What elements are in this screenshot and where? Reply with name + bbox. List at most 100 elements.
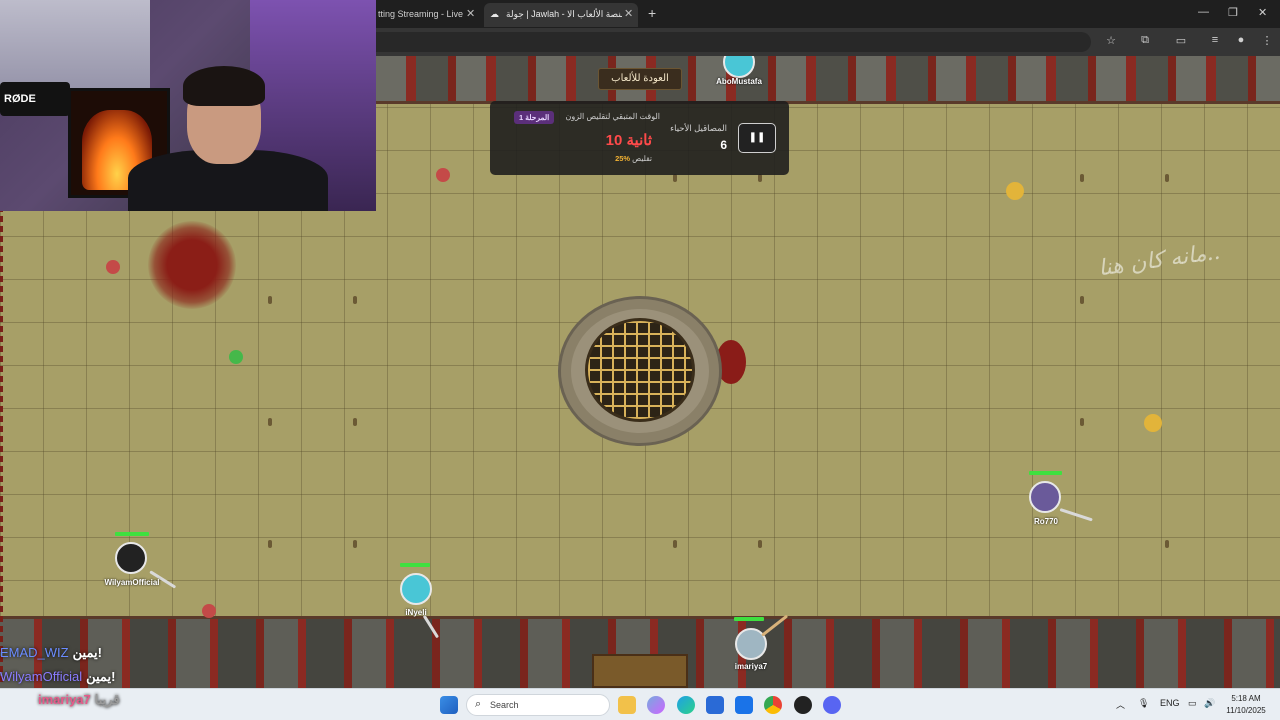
blood-splat (148, 221, 236, 309)
chat-username: WilyamOfficial (0, 669, 83, 684)
new-tab-button[interactable]: + (648, 5, 656, 21)
alive-count: 6 (720, 138, 727, 152)
pause-button[interactable]: ❚❚ (738, 123, 776, 153)
window-close-icon[interactable]: ✕ (1258, 6, 1267, 19)
shrink-progress: 25% تقليص (550, 154, 652, 163)
health-bar (734, 617, 764, 621)
outlook-icon[interactable] (735, 696, 753, 714)
microphone-logo: RØDE (0, 82, 70, 116)
health-bar (400, 563, 430, 567)
health-pickup (106, 260, 120, 274)
blood-border (0, 206, 3, 686)
tab-label: جولة | Jawlah - منصة الألعاب الا (506, 9, 622, 19)
back-to-games-button[interactable]: العودة للألعاب (598, 68, 682, 90)
zone-shrink-label: الوقت المتبقي لتقليص الزون (565, 112, 660, 121)
floor-stud (268, 540, 272, 548)
health-pickup (202, 604, 216, 618)
search-placeholder: Search (490, 700, 519, 710)
floor-stud (353, 418, 357, 426)
browser-tab-bar: tting Streaming - Live ✕ ☁ جولة | Jawlah… (376, 0, 1280, 28)
display-icon[interactable]: ▭ (1188, 698, 1197, 709)
clock-date: 11/10/2025 (1226, 706, 1266, 715)
chat-message: EMAD_WIZ يمين! (0, 645, 102, 661)
sidebar-icon[interactable]: ▭ (1174, 34, 1188, 47)
well-grate (585, 318, 695, 422)
edge-icon[interactable] (677, 696, 695, 714)
volume-icon[interactable]: 🔊 (1204, 698, 1215, 709)
search-icon: ⌕ (475, 698, 482, 710)
player-name: imariya7 (734, 662, 768, 671)
shrink-word: تقليص (632, 154, 652, 163)
player-avatar (1029, 481, 1061, 513)
zone-timer: 10 ثانية (605, 132, 652, 149)
chat-message: WilyamOfficial يمين! (0, 669, 115, 685)
maximize-icon[interactable]: ❐ (1228, 6, 1238, 19)
discord-icon[interactable] (823, 696, 841, 714)
green-pickup (229, 350, 243, 364)
coin-pickup (1006, 182, 1024, 200)
chevron-up-icon[interactable]: ︿ (1116, 698, 1125, 711)
player-name: Ro770 (1033, 517, 1058, 526)
webcam-overlay: RØDE (0, 0, 376, 211)
tab-jawlah[interactable]: ☁ جولة | Jawlah - منصة الألعاب الا ✕ (484, 3, 638, 27)
floor-stud (353, 296, 357, 304)
file-explorer-icon[interactable] (618, 696, 636, 714)
media-icon[interactable]: ≡ (1208, 34, 1222, 46)
stage-badge: المرحلة 1 (514, 111, 555, 124)
extensions-icon[interactable]: ⧉ (1138, 34, 1152, 47)
floor-stud (1080, 296, 1084, 304)
bookmark-star-icon[interactable]: ☆ (1104, 34, 1118, 47)
player-avatar (400, 573, 432, 605)
player-name: WilyamOfficial (104, 578, 160, 587)
floor-stud (673, 174, 677, 182)
browser-toolbar: ☆ ⧉ ▭ ≡ ● ⋮ (376, 28, 1280, 56)
chat-username: imariya7 (38, 692, 91, 707)
floor-stud (1080, 418, 1084, 426)
floor-stud (1165, 174, 1169, 182)
chat-text: يمين! (72, 645, 102, 660)
floor-stud (353, 540, 357, 548)
floor-stud (1080, 174, 1084, 182)
windows-taskbar: ⌕ Search ︿ 🎙 ENG ▭ 🔊 5:18 AM 11/10/2025 (0, 688, 1280, 720)
profile-avatar[interactable]: ● (1234, 34, 1248, 46)
clock-time: 5:18 AM (1231, 694, 1261, 703)
chat-username: EMAD_WIZ (0, 645, 69, 660)
copilot-icon[interactable] (647, 696, 665, 714)
tab-label: tting Streaming - Live (378, 9, 464, 19)
minimize-icon[interactable]: — (1198, 6, 1209, 18)
floor-stud (758, 540, 762, 548)
streamer-hair (183, 66, 265, 106)
app-icon[interactable] (794, 696, 812, 714)
floor-stud (758, 174, 762, 182)
ghost-writing: مانه كان هنا.. (1096, 239, 1222, 282)
health-bar (1029, 471, 1062, 475)
player-name: iNyeli (405, 608, 427, 617)
close-icon[interactable]: ✕ (466, 3, 475, 25)
player-name: AboMustafa (716, 77, 762, 86)
floor-stud (268, 418, 272, 426)
language-indicator[interactable]: ENG (1160, 698, 1180, 708)
chat-message: imariya7 قريبا (38, 692, 120, 708)
coin-pickup (1144, 414, 1162, 432)
hud-panel: المرحلة 1 الوقت المتبقي لتقليص الزون 10 … (490, 101, 789, 175)
health-bar (115, 532, 149, 536)
close-icon[interactable]: ✕ (624, 3, 633, 25)
floor-stud (673, 540, 677, 548)
chat-text: يمين! (86, 669, 116, 684)
menu-icon[interactable]: ⋮ (1260, 34, 1274, 47)
screen: مانه كان هنا.. AboMustafa WilyamOfficial… (0, 0, 1280, 720)
chrome-icon[interactable] (764, 696, 782, 714)
floor-stud (1165, 540, 1169, 548)
windows-start-icon[interactable] (440, 696, 458, 714)
jawlah-favicon-icon: ☁ (490, 9, 499, 19)
health-pickup (436, 168, 450, 182)
arena-gate (592, 654, 688, 688)
taskbar-clock[interactable]: 5:18 AM 11/10/2025 (1222, 693, 1270, 717)
tab-streaming[interactable]: tting Streaming - Live ✕ (376, 3, 480, 27)
store-icon[interactable] (706, 696, 724, 714)
chat-text: قريبا (94, 692, 120, 707)
address-bar[interactable] (376, 32, 1091, 52)
taskbar-search[interactable]: ⌕ Search (466, 694, 610, 716)
microphone-icon[interactable]: 🎙 (1138, 698, 1149, 709)
alive-label: المصاقيل الأحياء (670, 123, 727, 133)
